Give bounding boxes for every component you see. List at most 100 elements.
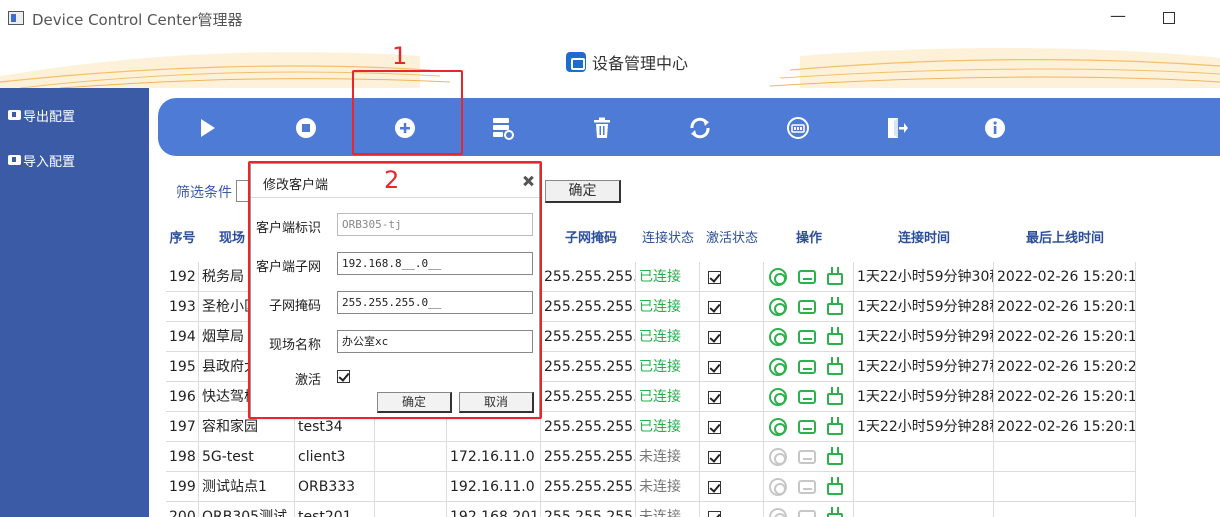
cell-conn-time [854,442,994,472]
active-checkbox[interactable] [708,301,721,314]
router-icon[interactable] [827,327,843,345]
remote-icon[interactable] [769,478,787,496]
cell-conn-time: 1天22小时59分钟28秒 [854,412,994,442]
monitor-icon[interactable] [798,420,816,434]
cell-active [700,412,764,442]
col-header-conn-status: 连接状态 [636,218,700,260]
router-icon[interactable] [827,507,843,517]
minimize-icon[interactable]: — [1110,8,1126,24]
remote-icon[interactable] [769,388,787,406]
monitor-icon[interactable] [798,480,816,494]
router-icon[interactable] [827,477,843,495]
refresh-button[interactable] [685,113,715,143]
server-settings-icon [493,118,514,140]
sidebar-item-export[interactable]: 导出配置 [8,106,76,125]
monitor-icon[interactable] [798,270,816,284]
cell-actions [764,292,854,322]
cell-conn-status: 未连接 [636,502,700,517]
table-row[interactable]: 1985G-testclient3 172.16.11.0255.255.255.… [166,442,1136,472]
active-checkbox[interactable] [708,361,721,374]
cell-no: 192 [166,262,199,292]
monitor-icon[interactable] [798,510,816,517]
active-checkbox[interactable] [708,271,721,284]
cell-mask: 255.255.255.0 [541,382,636,412]
info-button[interactable] [980,113,1010,143]
router-icon[interactable] [827,267,843,285]
table-row[interactable]: 199测试站点1ORB333 192.16.11.0255.255.255.0未连… [166,472,1136,502]
remote-icon[interactable] [769,328,787,346]
network-card-button[interactable] [783,113,813,143]
cell-conn-status: 已连接 [636,382,700,412]
filter-confirm-button[interactable]: 确定 [545,180,621,203]
col-header-conn-time: 连接时间 [854,218,994,260]
network-card-icon [787,117,809,139]
cell-no: 196 [166,382,199,412]
app-icon [8,11,24,25]
header-title-group: 设备管理中心 [566,51,688,73]
cell-active [700,322,764,352]
cell-no: 193 [166,292,199,322]
router-icon[interactable] [827,357,843,375]
cell-conn-time [854,502,994,517]
cell-no: 197 [166,412,199,442]
cell-mask: 255.255.255.0 [541,292,636,322]
filter-label: 筛选条件 [176,185,232,201]
router-icon[interactable] [827,387,843,405]
active-checkbox[interactable] [708,391,721,404]
monitor-icon[interactable] [798,390,816,404]
router-icon[interactable] [827,297,843,315]
sidebar-item-label: 导入配置 [23,154,76,170]
remote-icon[interactable] [769,508,787,517]
folder-export-icon [8,110,21,120]
remote-icon[interactable] [769,418,787,436]
monitor-icon[interactable] [798,450,816,464]
cell-conn-time: 1天22小时59分钟27秒 [854,352,994,382]
remote-icon[interactable] [769,448,787,466]
cell-actions [764,472,854,502]
col-header-actions: 操作 [764,218,854,260]
cell-client: test201 [295,502,375,517]
active-checkbox[interactable] [708,481,721,494]
device-logo-icon [566,52,586,72]
cell-last-online: 2022-02-26 15:20:18 [994,322,1136,352]
cell-mask: 255.255.255.0 [541,502,636,517]
monitor-icon[interactable] [798,360,816,374]
sidebar-item-label: 导出配置 [23,109,76,125]
cell-active [700,502,764,517]
active-checkbox[interactable] [708,331,721,344]
active-checkbox[interactable] [708,451,721,464]
router-icon[interactable] [827,447,843,465]
sidebar-item-import[interactable]: 导入配置 [8,151,76,170]
router-icon[interactable] [827,417,843,435]
cell-actions [764,502,854,517]
header-title: 设备管理中心 [592,54,689,73]
cell-actions [764,322,854,352]
cell-conn-time: 1天22小时59分钟30秒 [854,262,994,292]
col-header-active-status: 激活状态 [700,218,764,260]
cell-mask: 255.255.255.0 [541,412,636,442]
delete-button[interactable] [587,113,617,143]
active-checkbox[interactable] [708,421,721,434]
monitor-icon[interactable] [798,330,816,344]
maximize-icon[interactable] [1163,12,1175,24]
cell-conn-status: 未连接 [636,442,700,472]
cell-last-online: 2022-02-26 15:20:19 [994,292,1136,322]
cell-conn-status: 已连接 [636,322,700,352]
cell-last-online: 2022-02-26 15:20:19 [994,412,1136,442]
app-header: 设备管理中心 [0,36,1220,88]
remote-icon[interactable] [769,358,787,376]
remote-icon[interactable] [769,268,787,286]
trash-icon [594,117,610,138]
active-checkbox[interactable] [708,511,721,517]
server-settings-button[interactable] [488,113,518,143]
stop-button[interactable] [291,113,321,143]
cell-no: 198 [166,442,199,472]
annotation-box-2 [248,161,542,419]
table-row[interactable]: 200ORB305测试test201 192.168.201.0255.255.2… [166,502,1136,517]
exit-button[interactable] [882,113,912,143]
play-button[interactable] [193,113,223,143]
remote-icon[interactable] [769,298,787,316]
cell-last-online [994,442,1136,472]
cell-ip [375,502,447,517]
monitor-icon[interactable] [798,300,816,314]
